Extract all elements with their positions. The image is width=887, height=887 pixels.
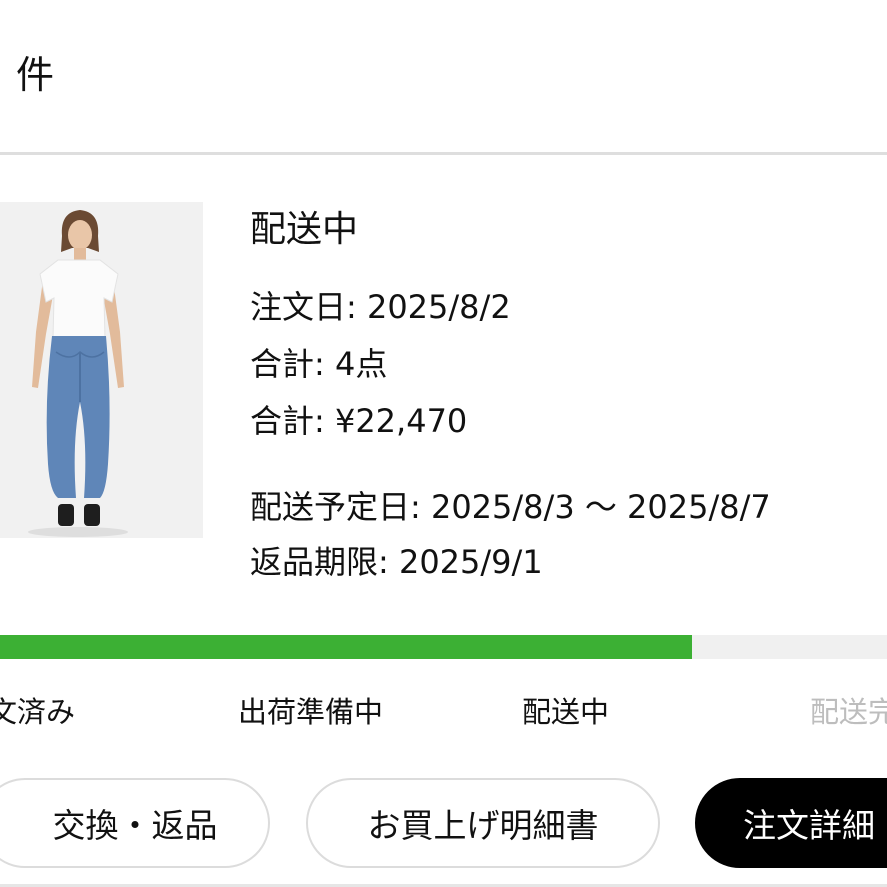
product-photo-icon	[0, 202, 203, 538]
receipt-button[interactable]: お買上げ明細書	[306, 778, 660, 868]
step-shipping: 配送中	[522, 695, 610, 729]
step-delivered: 配送完	[810, 695, 887, 729]
step-ordered: 文済み	[0, 695, 76, 729]
header-divider	[0, 152, 887, 155]
delivery-estimate: 配送予定日: 2025/8/3 〜 2025/8/7	[250, 488, 771, 526]
order-details-button[interactable]: 注文詳細	[695, 778, 887, 868]
step-preparing: 出荷準備中	[238, 695, 384, 729]
exchange-return-button[interactable]: 交換・返品	[0, 778, 270, 868]
product-image[interactable]	[0, 202, 203, 538]
order-date: 注文日: 2025/8/2	[250, 288, 511, 326]
order-count-label: 件	[16, 53, 55, 97]
order-details-label: 注文詳細	[743, 806, 875, 845]
item-count: 合計: 4点	[250, 345, 388, 383]
exchange-return-label: 交換・返品	[52, 806, 218, 845]
return-deadline: 返品期限: 2025/9/1	[250, 543, 543, 581]
delivery-progress-fill	[0, 635, 692, 659]
total-price: 合計: ¥22,470	[250, 402, 468, 440]
receipt-label: お買上げ明細書	[367, 806, 599, 845]
order-status: 配送中	[250, 209, 359, 250]
header: 件	[0, 0, 887, 153]
delivery-progress-bar	[0, 635, 887, 659]
